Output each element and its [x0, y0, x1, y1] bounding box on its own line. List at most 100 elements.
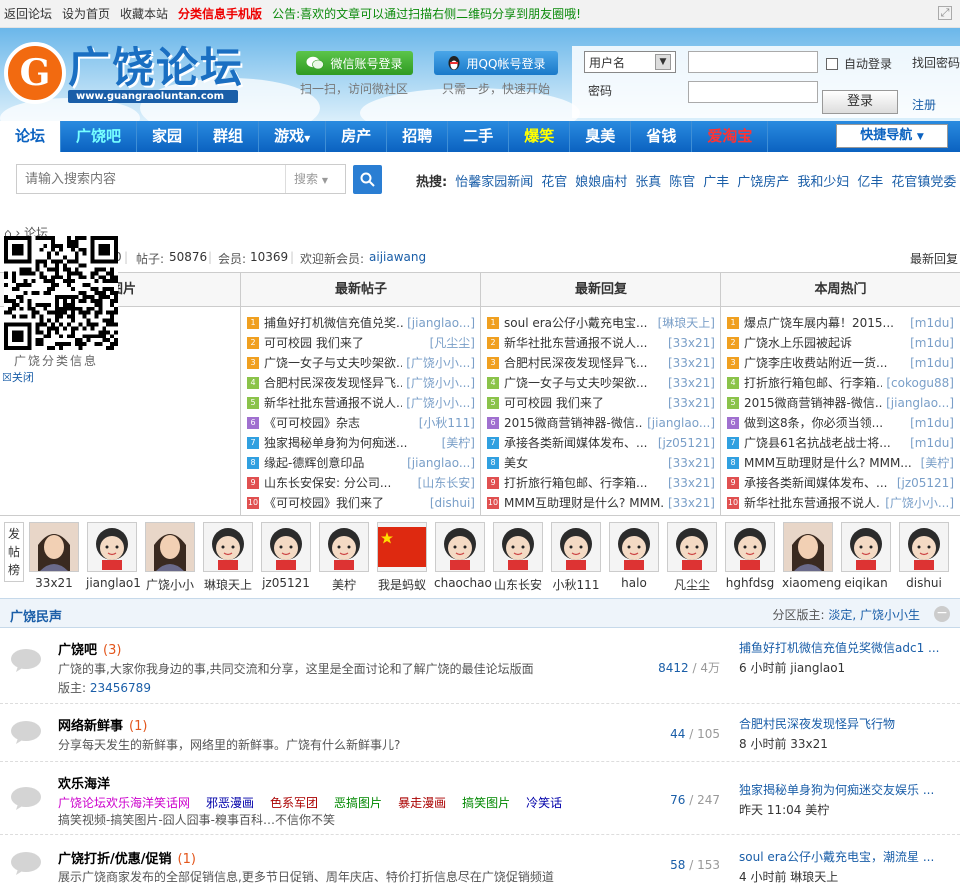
- list-item[interactable]: 2 可可校园 我们来了 [凡尘尘]: [247, 333, 475, 353]
- site-logo[interactable]: G 广饶论坛 www.guangraoluntan.com: [4, 42, 244, 104]
- login-type-select[interactable]: 用户名 ▼: [584, 51, 676, 73]
- list-item[interactable]: 9 山东长安保安: 分公司... [山东长安]: [247, 473, 475, 493]
- hot-search-link[interactable]: 广饶房产: [737, 171, 789, 190]
- list-item[interactable]: 5 2015微商营销神器-微信... [jianglao...]: [727, 393, 954, 413]
- forum-tag-link[interactable]: 暴走漫画: [398, 794, 446, 811]
- poster-username[interactable]: 山东长安: [492, 576, 544, 593]
- hot-search-link[interactable]: 张真: [635, 171, 661, 190]
- list-item[interactable]: 9 承接各类新闻媒体发布、... [jz05121]: [727, 473, 954, 493]
- wechat-login-button[interactable]: 微信账号登录: [296, 51, 413, 75]
- thread-title-link[interactable]: 缘起-德辉创意印品: [264, 453, 403, 473]
- thread-title-link[interactable]: 可可校园 我们来了: [504, 393, 664, 413]
- quick-nav-button[interactable]: 快捷导航 ▼: [836, 124, 948, 148]
- list-item[interactable]: 1 捕鱼好打机微信充值兑奖... [jianglao...]: [247, 313, 475, 333]
- nav-item-realestate[interactable]: 房产: [326, 121, 388, 152]
- forum-tag-link[interactable]: 搞笑图片: [462, 794, 510, 811]
- poster-avatar[interactable]: 广饶小小: [144, 522, 196, 593]
- list-item[interactable]: 4 打折旅行箱包邮、行李箱... [cokogu88]: [727, 373, 954, 393]
- poster-username[interactable]: 广饶小小: [144, 576, 196, 593]
- poster-avatar[interactable]: hghfdsg: [724, 522, 776, 590]
- list-item[interactable]: 1 soul era公仔小戴充电宝... [琳琅天上]: [487, 313, 715, 333]
- nav-item-jobs[interactable]: 招聘: [387, 121, 449, 152]
- newest-member-link[interactable]: aijiawang: [369, 250, 426, 264]
- notice-text[interactable]: 公告:喜欢的文章可以通过扫描右侧二维码分享到朋友圈哦!: [272, 5, 581, 22]
- thread-title-link[interactable]: 2015微商营销神器-微信...: [504, 413, 643, 433]
- list-item[interactable]: 3 合肥村民深夜发现怪异飞... [33x21]: [487, 353, 715, 373]
- forum-tag-link[interactable]: 冷笑话: [526, 794, 562, 811]
- list-item[interactable]: 6 《可可校园》杂志 [小秋111]: [247, 413, 475, 433]
- thread-author-link[interactable]: [33x21]: [668, 473, 715, 493]
- nav-item-funny[interactable]: 爆笑: [509, 121, 571, 152]
- list-item[interactable]: 7 独家揭秘单身狗为何痴迷... [美柠]: [247, 433, 475, 453]
- thread-title-link[interactable]: 独家揭秘单身狗为何痴迷...: [264, 433, 438, 453]
- list-item[interactable]: 8 美女 [33x21]: [487, 453, 715, 473]
- poster-username[interactable]: 小秋111: [550, 576, 602, 593]
- find-password-link[interactable]: 找回密码: [912, 54, 960, 71]
- thread-title-link[interactable]: 广饶李庄收费站附近一货...: [744, 353, 906, 373]
- thread-author-link[interactable]: [dishui]: [430, 493, 475, 513]
- fullscreen-icon[interactable]: ⤢: [938, 6, 952, 20]
- poster-username[interactable]: xiaomeng: [782, 576, 841, 590]
- poster-username[interactable]: jz05121: [260, 576, 312, 590]
- poster-avatar[interactable]: halo: [608, 522, 660, 590]
- thread-author-link[interactable]: [山东长安]: [418, 473, 475, 493]
- search-input[interactable]: [17, 165, 285, 193]
- list-item[interactable]: 6 2015微商营销神器-微信... [jianglao...]: [487, 413, 715, 433]
- last-post-link[interactable]: soul era公仔小戴充电宝，潮流星 ...: [739, 848, 954, 866]
- login-button[interactable]: 登录: [822, 90, 898, 114]
- thread-author-link[interactable]: [m1du]: [910, 413, 954, 433]
- hot-search-link[interactable]: 怡馨家园新闻: [455, 171, 533, 190]
- thread-title-link[interactable]: 合肥村民深夜发现怪异飞...: [264, 373, 402, 393]
- set-homepage-link[interactable]: 设为首页: [62, 5, 110, 22]
- poster-username[interactable]: 美柠: [318, 576, 370, 593]
- thread-author-link[interactable]: [jianglao...]: [886, 393, 954, 413]
- thread-author-link[interactable]: [m1du]: [910, 353, 954, 373]
- thread-author-link[interactable]: [琳琅天上]: [658, 313, 715, 333]
- password-input[interactable]: [688, 81, 818, 103]
- list-item[interactable]: 5 新华社批东营通报不说人... [广饶小小...]: [247, 393, 475, 413]
- moderator-link[interactable]: 淡定, 广饶小小生: [828, 608, 920, 622]
- thread-title-link[interactable]: 美女: [504, 453, 664, 473]
- nav-item-deals[interactable]: 省钱: [631, 121, 693, 152]
- thread-title-link[interactable]: MMM互助理财是什么? MMM...: [744, 453, 917, 473]
- list-item[interactable]: 1 爆点广饶车展内幕！2015... [m1du]: [727, 313, 954, 333]
- mobile-version-link[interactable]: 分类信息手机版: [178, 5, 262, 22]
- nav-item-taobao[interactable]: 爱淘宝: [692, 121, 769, 152]
- thread-author-link[interactable]: [m1du]: [910, 433, 954, 453]
- thread-title-link[interactable]: 广饶一女子与丈夫吵架欲...: [264, 353, 402, 373]
- thread-author-link[interactable]: [jianglao...]: [407, 453, 475, 473]
- thread-author-link[interactable]: [广饶小小...]: [406, 353, 475, 373]
- hot-search-link[interactable]: 花官镇党委: [891, 171, 956, 190]
- bookmark-link[interactable]: 收藏本站: [120, 5, 168, 22]
- nav-item-games[interactable]: 游戏▼: [259, 121, 327, 152]
- thread-author-link[interactable]: [m1du]: [910, 313, 954, 333]
- search-button[interactable]: [353, 165, 382, 194]
- list-item[interactable]: 3 广饶一女子与丈夫吵架欲... [广饶小小...]: [247, 353, 475, 373]
- poster-username[interactable]: hghfdsg: [724, 576, 776, 590]
- thread-author-link[interactable]: [jianglao...]: [407, 313, 475, 333]
- nav-item-secondhand[interactable]: 二手: [448, 121, 510, 152]
- hot-search-link[interactable]: 陈官: [669, 171, 695, 190]
- nav-item-home[interactable]: 家园: [137, 121, 199, 152]
- thread-title-link[interactable]: 做到这8条，你必须当领...: [744, 413, 906, 433]
- thread-author-link[interactable]: [美柠]: [442, 433, 475, 453]
- forum-tag-link[interactable]: 恶搞图片: [334, 794, 382, 811]
- last-post-link[interactable]: 独家揭秘单身狗为何痴迷交友娱乐 ...: [739, 781, 954, 799]
- list-item[interactable]: 7 承接各类新闻媒体发布、... [jz05121]: [487, 433, 715, 453]
- thread-author-link[interactable]: [m1du]: [910, 333, 954, 353]
- hot-search-link[interactable]: 花官: [541, 171, 567, 190]
- thread-author-link[interactable]: [广饶小小...]: [406, 373, 475, 393]
- auto-login-toggle[interactable]: 自动登录: [826, 55, 892, 72]
- forum-title[interactable]: 广饶吧 (3): [58, 639, 121, 658]
- thread-title-link[interactable]: 承接各类新闻媒体发布、...: [744, 473, 893, 493]
- moderator-link[interactable]: 23456789: [90, 681, 151, 695]
- thread-title-link[interactable]: 《可可校园》杂志: [264, 413, 415, 433]
- forum-title[interactable]: 欢乐海洋: [58, 773, 110, 792]
- collapse-icon[interactable]: −: [934, 606, 950, 622]
- poster-username[interactable]: jianglao1: [86, 576, 141, 590]
- list-item[interactable]: 8 MMM互助理财是什么? MMM... [美柠]: [727, 453, 954, 473]
- thread-title-link[interactable]: 新华社批东营通报不说人...: [264, 393, 402, 413]
- nav-item-guangrao-bar[interactable]: 广饶吧: [61, 121, 138, 152]
- poster-avatar[interactable]: jz05121: [260, 522, 312, 590]
- list-item[interactable]: 4 合肥村民深夜发现怪异飞... [广饶小小...]: [247, 373, 475, 393]
